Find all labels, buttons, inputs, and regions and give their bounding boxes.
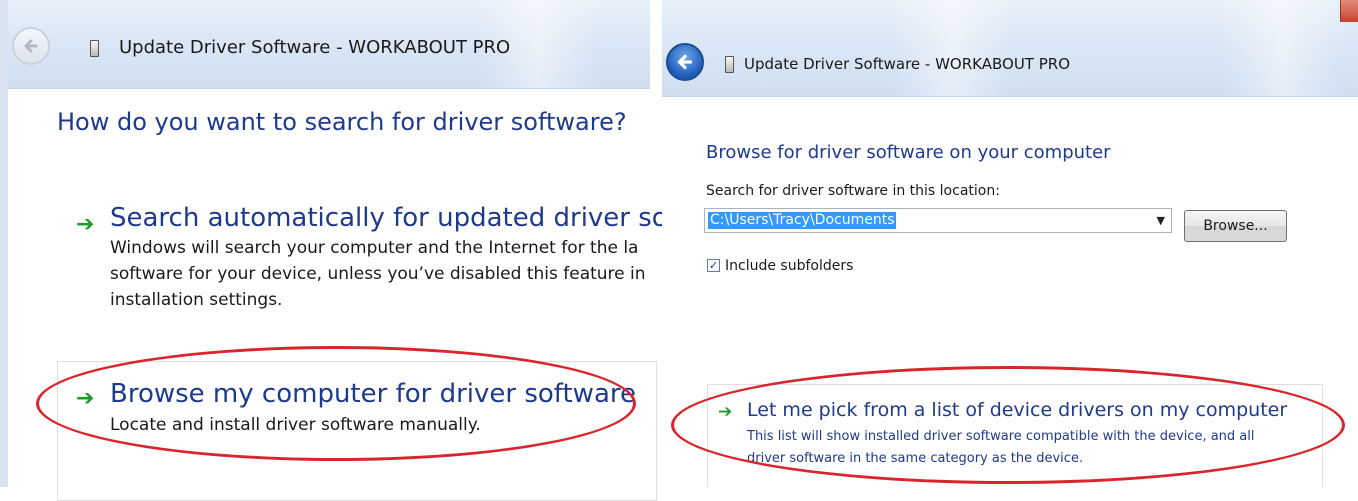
page-heading: Browse for driver software on your compu…	[706, 142, 1111, 163]
pick-from-list-option[interactable]: Let me pick from a list of device driver…	[747, 399, 1287, 421]
browse-computer-description: Locate and install driver software manua…	[110, 415, 481, 435]
include-subfolders-label: Include subfolders	[725, 258, 854, 274]
window-title: Update Driver Software - WORKABOUT PRO	[744, 55, 1071, 73]
device-icon	[725, 56, 734, 73]
search-location-label: Search for driver software in this locat…	[706, 183, 1000, 199]
path-input-value[interactable]: C:\Users\Tracy\Documents	[708, 212, 897, 229]
include-subfolders-checkbox[interactable]: ✓	[707, 259, 720, 272]
device-icon	[90, 40, 99, 57]
green-arrow-icon: ➔	[718, 402, 733, 422]
page-heading: How do you want to search for driver sof…	[57, 108, 627, 136]
back-button[interactable]	[666, 43, 704, 81]
browse-computer-option[interactable]: Browse my computer for driver software	[110, 379, 636, 409]
left-title-bar: Update Driver Software - WORKABOUT PRO	[8, 0, 650, 89]
search-automatically-option[interactable]: Search automatically for updated driver …	[110, 203, 724, 233]
browse-button[interactable]: Browse...	[1184, 210, 1287, 242]
right-dialog: Update Driver Software - WORKABOUT PRO B…	[662, 0, 1358, 487]
path-combobox[interactable]: C:\Users\Tracy\Documents ▼	[704, 208, 1172, 233]
window-title: Update Driver Software - WORKABOUT PRO	[119, 37, 511, 58]
back-arrow-icon	[24, 39, 38, 53]
green-arrow-icon: ➔	[76, 212, 95, 237]
chevron-down-icon[interactable]: ▼	[1157, 214, 1165, 227]
right-title-bar: Update Driver Software - WORKABOUT PRO	[662, 0, 1358, 97]
close-button[interactable]	[1340, 0, 1358, 22]
checkmark-icon: ✓	[708, 259, 719, 272]
search-automatically-description: Windows will search your computer and th…	[110, 238, 646, 310]
back-arrow-icon	[677, 54, 693, 70]
back-button[interactable]	[12, 27, 50, 65]
green-arrow-icon: ➔	[76, 386, 95, 411]
pick-from-list-description: This list will show installed driver sof…	[747, 429, 1255, 466]
